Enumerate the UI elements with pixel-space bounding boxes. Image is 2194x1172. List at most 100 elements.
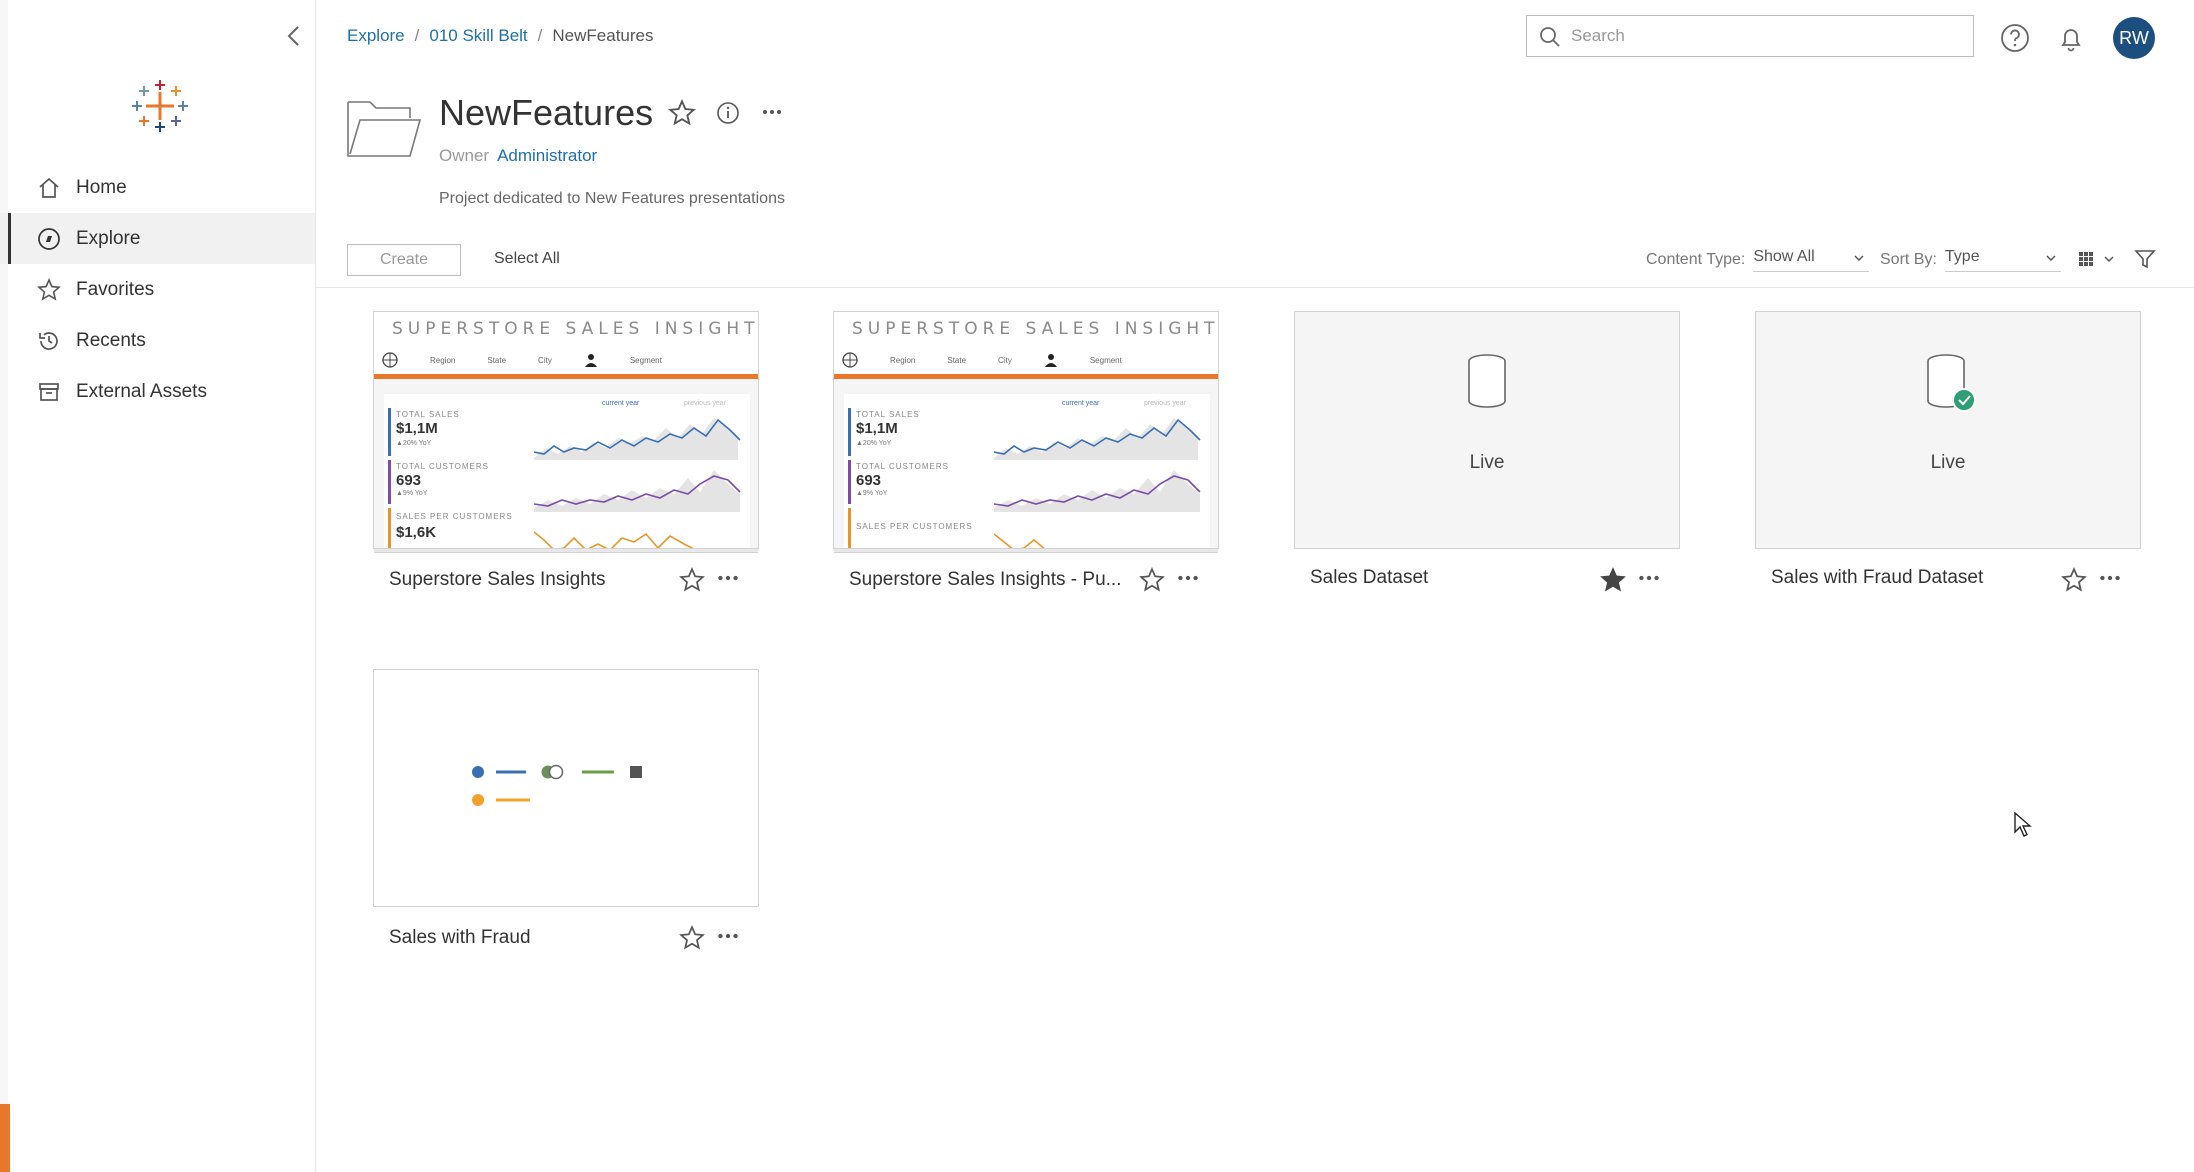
more-actions-icon[interactable] [1636,565,1662,591]
card-title[interactable]: Superstore Sales Insights - Pu... [849,569,1121,591]
card-title[interactable]: Sales with Fraud [389,927,531,949]
sidebar-item-home[interactable]: Home [0,162,315,213]
grid-view-icon[interactable] [2077,248,2121,270]
more-actions-icon[interactable] [715,923,741,949]
live-label: Live [1469,452,1505,473]
workbook-thumbnail[interactable]: SUPERSTORE SALES INSIGHTS Region State C… [833,311,1219,549]
folder-icon [347,101,422,157]
more-actions-icon[interactable] [1175,565,1201,591]
content-card: Sales with Fraud [373,669,759,961]
search-input[interactable] [1571,26,1961,46]
datasource-thumbnail[interactable]: Live [1294,311,1680,549]
content-type-label: Content Type: [1646,251,1746,268]
dashboard-filters: Region State City Segment [834,346,1218,374]
history-icon [39,332,58,350]
filter-city: City [998,355,1012,365]
kpi-bar-spc [388,508,391,548]
filter-region: Region [890,355,916,365]
help-icon[interactable] [2000,23,2030,53]
database-icon [1468,354,1506,408]
owner-link[interactable]: Administrator [497,146,597,166]
more-actions-icon[interactable] [2097,565,2123,591]
content-type-dropdown[interactable]: Show All [1753,248,1870,272]
card-footer: Superstore Sales Insights [373,559,759,603]
kpi-label: SALES PER CUSTOMERS [396,512,513,521]
sort-by-value: Type [1944,248,1980,265]
breadcrumb-separator: / [414,26,420,45]
kpi-bar-spc [848,508,851,548]
kpi-bar-sales [388,408,391,456]
dashboard-header: SUPERSTORE SALES INSIGHTS [374,312,758,346]
more-actions-icon[interactable] [715,565,741,591]
legend-previous-year: previous year [684,400,727,407]
filter-state: State [487,355,507,365]
card-title[interactable]: Sales with Fraud Dataset [1771,567,1983,589]
breadcrumb-explore-link[interactable]: Explore [347,26,405,46]
dashboard-title: SUPERSTORE SALES INSIGHTS [392,319,759,339]
kpi-value: $1,1M [856,420,898,437]
search-box[interactable] [1526,15,1974,57]
project-description: Project dedicated to New Features presen… [439,190,785,207]
star-outline-icon[interactable] [679,925,705,951]
user-avatar[interactable]: RW [2113,17,2155,59]
breadcrumb: Explore / 010 Skill Belt / NewFeatures [347,26,654,46]
more-actions-icon[interactable] [760,100,784,124]
card-title[interactable]: Superstore Sales Insights [389,569,606,591]
sort-by-dropdown[interactable]: Type [1944,248,2061,272]
datasource-thumbnail[interactable]: Live [1755,311,2141,549]
breadcrumb-current: NewFeatures [552,26,654,45]
orange-corner-decoration [0,1104,10,1172]
owner-label: Owner [439,146,490,165]
kpi-label: TOTAL CUSTOMERS [396,462,489,471]
favorite-star-icon[interactable] [668,99,696,127]
tableau-logo[interactable] [132,78,188,134]
sidebar-item-external-assets[interactable]: External Assets [0,366,315,417]
collapse-sidebar-button[interactable] [280,22,308,50]
bell-icon[interactable] [2056,23,2086,53]
star-outline-icon[interactable] [679,567,705,593]
sidebar-item-label: Home [76,176,127,198]
sidebar-item-label: Explore [76,227,141,249]
filter-icon[interactable] [2134,248,2156,270]
dashboard-title: SUPERSTORE SALES INSIGHTS [852,319,1219,339]
sidebar-item-favorites[interactable]: Favorites [0,264,315,315]
sidebar: Home Explore Favorites Recents External … [0,0,316,1172]
star-outline-icon[interactable] [1139,567,1165,593]
card-footer: Sales Dataset [1294,559,1680,603]
flow-thumbnail[interactable] [373,669,759,907]
kpi-label: TOTAL SALES [856,410,920,419]
star-filled-icon[interactable] [1600,567,1626,593]
search-icon [1540,27,1560,47]
dashboard-body: current year previous year TOTAL SALES $… [844,394,1210,548]
card-title[interactable]: Sales Dataset [1310,567,1428,589]
sidebar-item-explore[interactable]: Explore [0,213,315,264]
create-button[interactable]: Create [347,244,461,276]
globe-icon [382,352,398,368]
sidebar-nav: Home Explore Favorites Recents External … [0,162,315,417]
person-icon [584,354,597,367]
legend-previous-year: previous year [1144,400,1187,407]
star-outline-icon[interactable] [2061,567,2087,593]
select-all-button[interactable]: Select All [494,250,560,268]
owner-row: Owner Administrator [439,146,597,166]
sort-by-label: Sort By: [1880,251,1937,268]
sparkline-charts [994,418,1201,548]
sidebar-item-recents[interactable]: Recents [0,315,315,366]
kpi-bar-customers [848,460,851,504]
kpi-sub: ▲9% YoY [396,490,428,497]
dashboard-orange-rule [834,374,1218,379]
card-footer: Sales with Fraud [373,917,759,961]
legend-current-year: current year [1062,400,1100,407]
content-card: SUPERSTORE SALES INSIGHTS Region State C… [373,311,759,603]
chevron-left-icon [287,26,299,46]
workbook-thumbnail[interactable]: SUPERSTORE SALES INSIGHTS Region State C… [373,311,759,549]
card-footer: Superstore Sales Insights - Pu... [833,559,1219,603]
sidebar-item-label: Recents [76,329,146,351]
sidebar-item-label: Favorites [76,278,155,300]
content-card: SUPERSTORE SALES INSIGHTS Region State C… [833,311,1219,603]
content-type-value: Show All [1753,248,1815,265]
certified-database-icon [1927,354,1976,412]
info-icon[interactable] [716,101,740,125]
breadcrumb-parent-link[interactable]: 010 Skill Belt [429,26,527,46]
kpi-label: SALES PER CUSTOMERS [856,522,973,531]
